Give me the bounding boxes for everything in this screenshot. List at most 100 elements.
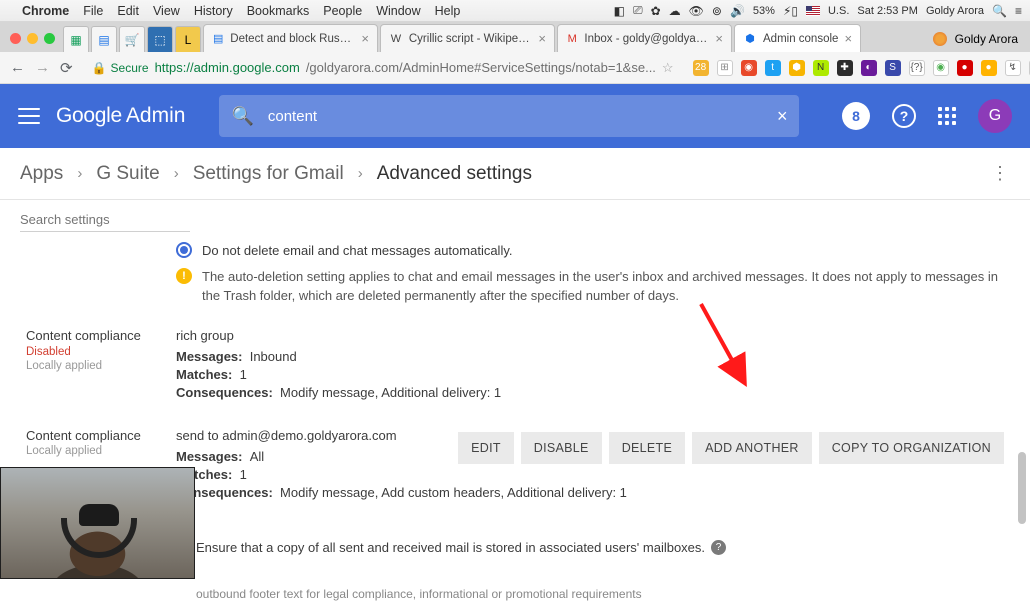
chrome-tab-strip: ▦ ▤ 🛒 ⬚ L ▤ Detect and block Russian la … — [0, 22, 1030, 52]
input-locale: U.S. — [828, 5, 849, 17]
url-path: /goldyarora.com/AdminHome#ServiceSetting… — [306, 60, 656, 75]
menu-user[interactable]: Goldy Arora — [926, 5, 984, 17]
status-disabled: Disabled — [26, 346, 176, 358]
lock-icon: 🔒 — [92, 61, 107, 75]
tab-wikipedia[interactable]: W Cyrillic script - Wikipedia × — [380, 24, 555, 52]
extension-icon[interactable]: ↯ — [1005, 60, 1021, 76]
menu-edit[interactable]: Edit — [117, 4, 139, 18]
address-bar[interactable]: 🔒 Secure https://admin.google.com/goldya… — [83, 57, 683, 79]
cloud-icon: ☁ — [669, 4, 681, 18]
pinned-tab[interactable]: 🛒 — [119, 26, 145, 52]
reload-button[interactable]: ⟳ — [60, 59, 73, 77]
secure-indicator[interactable]: 🔒 Secure — [92, 61, 149, 75]
add-another-button[interactable]: ADD ANOTHER — [692, 432, 812, 464]
brand-google: Google — [56, 104, 122, 128]
fullscreen-window-icon[interactable] — [44, 33, 55, 44]
label: Messages: — [176, 449, 242, 464]
notification-badge[interactable]: 8 — [842, 102, 870, 130]
extension-icon[interactable]: 28 — [693, 60, 709, 76]
extension-icon[interactable]: ⬢ — [789, 60, 805, 76]
extension-icon[interactable]: {?} — [909, 60, 925, 76]
brand[interactable]: Google Admin — [56, 104, 185, 128]
extension-icon[interactable]: ✚ — [837, 60, 853, 76]
wikipedia-icon: W — [389, 32, 403, 46]
value: Modify message, Add custom headers, Addi… — [280, 485, 627, 500]
back-button[interactable]: ← — [10, 59, 25, 76]
pinned-tab-docs[interactable]: ▤ — [91, 26, 117, 52]
label: Messages: — [176, 349, 242, 364]
menu-file[interactable]: File — [83, 4, 103, 18]
crumb-gsuite[interactable]: G Suite — [96, 163, 159, 185]
chrome-toolbar: ← → ⟳ 🔒 Secure https://admin.google.com/… — [0, 52, 1030, 84]
crumb-gmail-settings[interactable]: Settings for Gmail — [193, 163, 344, 185]
menu-app[interactable]: Chrome — [22, 4, 69, 18]
tab-docs[interactable]: ▤ Detect and block Russian la × — [203, 24, 378, 52]
extension-icon[interactable]: t — [765, 60, 781, 76]
mac-menu-bar: Chrome File Edit View History Bookmarks … — [0, 0, 1030, 22]
search-settings-input[interactable] — [20, 208, 190, 232]
minimize-window-icon[interactable] — [27, 33, 38, 44]
bookmark-star-icon[interactable]: ☆ — [662, 60, 674, 76]
wifi-icon: ⊚ — [712, 4, 722, 18]
menu-extra-icon[interactable]: ≡ — [1015, 4, 1022, 18]
breadcrumb: Apps › G Suite › Settings for Gmail › Ad… — [0, 148, 1030, 200]
extension-icon[interactable]: ⊞ — [717, 60, 733, 76]
extension-icon[interactable]: ● — [981, 60, 997, 76]
search-input[interactable] — [268, 108, 763, 125]
menu-view[interactable]: View — [153, 4, 180, 18]
help-tooltip-icon[interactable]: ? — [711, 540, 726, 555]
rule-actions: EDIT DISABLE DELETE ADD ANOTHER COPY TO … — [458, 432, 1004, 464]
close-window-icon[interactable] — [10, 33, 21, 44]
storage-text: Ensure that a copy of all sent and recei… — [196, 540, 705, 555]
brand-admin: Admin — [126, 104, 186, 128]
profile-icon[interactable] — [933, 32, 947, 46]
extension-icon[interactable]: ◉ — [933, 60, 949, 76]
close-tab-icon[interactable]: × — [715, 31, 723, 46]
value: Modify message, Additional delivery: 1 — [280, 385, 501, 400]
secure-label: Secure — [111, 61, 149, 75]
tab-title: Admin console — [763, 33, 838, 45]
menu-history[interactable]: History — [194, 4, 233, 18]
menu-bookmarks[interactable]: Bookmarks — [247, 4, 310, 18]
extension-icon[interactable]: N — [813, 60, 829, 76]
radio-selected-icon[interactable] — [176, 242, 192, 258]
menu-help[interactable]: Help — [435, 4, 461, 18]
crumb-apps[interactable]: Apps — [20, 163, 63, 185]
more-options-icon[interactable]: ⋮ — [991, 163, 1010, 184]
locally-applied: Locally applied — [26, 445, 176, 457]
tab-admin-console[interactable]: ⬢ Admin console × — [734, 24, 861, 52]
disable-button[interactable]: DISABLE — [521, 432, 602, 464]
main-menu-button[interactable] — [18, 108, 40, 124]
close-tab-icon[interactable]: × — [844, 31, 852, 46]
auto-delete-radio-row[interactable]: Do not delete email and chat messages au… — [26, 242, 1004, 258]
menu-people[interactable]: People — [323, 4, 362, 18]
close-tab-icon[interactable]: × — [538, 31, 546, 46]
clear-search-icon[interactable]: × — [777, 106, 788, 127]
extension-icon[interactable]: S — [885, 60, 901, 76]
docs-icon: ▤ — [212, 32, 224, 46]
window-controls[interactable] — [8, 33, 63, 52]
tab-gmail[interactable]: M Inbox - goldy@goldyarora.c × — [557, 24, 732, 52]
apps-grid-icon[interactable] — [938, 107, 956, 125]
volume-icon: 🔊 — [730, 4, 745, 18]
pinned-tab-sheets[interactable]: ▦ — [63, 26, 89, 52]
close-tab-icon[interactable]: × — [361, 31, 369, 46]
extension-icon[interactable]: ◐ — [861, 60, 877, 76]
edit-button[interactable]: EDIT — [458, 432, 514, 464]
extension-icon[interactable]: ● — [957, 60, 973, 76]
profile-name[interactable]: Goldy Arora — [955, 32, 1018, 46]
account-avatar[interactable]: G — [978, 99, 1012, 133]
menu-window[interactable]: Window — [376, 4, 420, 18]
copy-to-org-button[interactable]: COPY TO ORGANIZATION — [819, 432, 1004, 464]
search-box[interactable]: 🔍 × — [219, 95, 799, 137]
status-icon: ⎚ — [633, 3, 643, 18]
spotlight-icon[interactable]: 🔍 — [992, 4, 1007, 18]
delete-button[interactable]: DELETE — [609, 432, 685, 464]
section-title: Content compliance — [26, 328, 176, 343]
extension-icon[interactable]: ◉ — [741, 60, 757, 76]
pinned-tab[interactable]: ⬚ — [147, 26, 173, 52]
pinned-tab[interactable]: L — [175, 26, 201, 52]
url-host: https://admin.google.com — [155, 60, 300, 75]
help-icon[interactable]: ? — [892, 104, 916, 128]
scrollbar[interactable] — [1018, 452, 1026, 524]
